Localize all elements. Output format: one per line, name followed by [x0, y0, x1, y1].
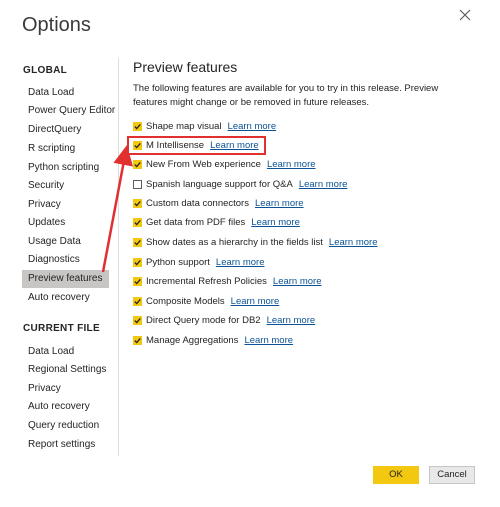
feature-label: Manage Aggregations [146, 334, 239, 346]
feature-row: Composite Models Learn more [133, 294, 279, 308]
checkmark-icon [134, 239, 141, 245]
feature-label: Shape map visual [146, 120, 222, 132]
checkmark-icon [134, 219, 141, 225]
checkmark-icon [134, 200, 141, 206]
checkmark-icon [134, 298, 141, 304]
learn-more-link[interactable]: Learn more [267, 315, 316, 326]
feature-label: Show dates as a hierarchy in the fields … [146, 236, 323, 248]
section-description: The following features are available for… [133, 83, 439, 108]
feature-label: Python support [146, 256, 210, 268]
nav-item-data-load[interactable]: Data Load [22, 84, 109, 102]
learn-more-link[interactable]: Learn more [273, 276, 322, 287]
feature-row: Shape map visual Learn more [133, 119, 276, 133]
feature-checkbox[interactable] [133, 237, 142, 247]
feature-checkbox[interactable] [133, 296, 142, 306]
section-title: Preview features [133, 59, 238, 75]
checkmark-icon [134, 259, 141, 265]
feature-checkbox[interactable] [133, 217, 142, 227]
nav-item-current-privacy[interactable]: Privacy [22, 380, 109, 398]
dialog-title: Options [22, 14, 91, 36]
learn-more-link[interactable]: Learn more [251, 217, 300, 228]
close-icon[interactable] [458, 8, 472, 22]
nav-item-current-auto-recovery[interactable]: Auto recovery [22, 398, 109, 416]
nav-item-security[interactable]: Security [22, 177, 109, 195]
nav-item-auto-recovery[interactable]: Auto recovery [22, 289, 109, 307]
feature-label: New From Web experience [146, 158, 261, 170]
learn-more-link[interactable]: Learn more [329, 237, 378, 248]
nav-item-r-scripting[interactable]: R scripting [22, 140, 109, 158]
feature-checkbox[interactable] [133, 315, 142, 325]
nav-item-diagnostics[interactable]: Diagnostics [22, 251, 109, 269]
learn-more-link[interactable]: Learn more [267, 159, 316, 170]
feature-row: Get data from PDF files Learn more [133, 215, 300, 229]
feature-label: Custom data connectors [146, 197, 249, 209]
learn-more-link[interactable]: Learn more [231, 296, 280, 307]
feature-checkbox[interactable] [133, 276, 142, 286]
nav-item-directquery[interactable]: DirectQuery [22, 121, 109, 139]
feature-label: Direct Query mode for DB2 [146, 314, 261, 326]
feature-row: Custom data connectors Learn more [133, 196, 304, 210]
nav-item-current-query-reduction[interactable]: Query reduction [22, 417, 109, 435]
nav-item-current-report-settings[interactable]: Report settings [22, 436, 109, 454]
nav-item-updates[interactable]: Updates [22, 214, 109, 232]
checkmark-icon [134, 278, 141, 284]
learn-more-link[interactable]: Learn more [299, 179, 348, 190]
ok-button[interactable]: OK [373, 466, 419, 484]
nav-item-preview-features[interactable]: Preview features [22, 270, 109, 288]
checkmark-icon [134, 317, 141, 323]
feature-row: Manage Aggregations Learn more [133, 333, 293, 347]
nav-header-global: GLOBAL [23, 65, 68, 76]
feature-checkbox[interactable] [133, 257, 142, 267]
feature-checkbox[interactable] [133, 198, 142, 208]
nav-item-power-query-editor[interactable]: Power Query Editor [22, 102, 115, 120]
nav-item-current-regional-settings[interactable]: Regional Settings [22, 361, 109, 379]
feature-checkbox[interactable] [133, 159, 142, 169]
learn-more-link[interactable]: Learn more [255, 198, 304, 209]
learn-more-link[interactable]: Learn more [244, 335, 293, 346]
checkmark-icon [134, 161, 141, 167]
feature-row: Direct Query mode for DB2 Learn more [133, 313, 315, 327]
feature-checkbox[interactable] [133, 121, 142, 131]
nav-divider [118, 58, 119, 456]
feature-checkbox[interactable] [133, 179, 142, 189]
nav-item-python-scripting[interactable]: Python scripting [22, 159, 109, 177]
learn-more-link[interactable]: Learn more [228, 121, 277, 132]
feature-checkbox[interactable] [133, 335, 142, 345]
feature-row: New From Web experience Learn more [133, 157, 316, 171]
cancel-button[interactable]: Cancel [429, 466, 475, 484]
checkmark-icon [134, 337, 141, 343]
learn-more-link[interactable]: Learn more [216, 257, 265, 268]
highlight-annotation-box [127, 136, 266, 155]
feature-row: Python support Learn more [133, 255, 265, 269]
nav-item-usage-data[interactable]: Usage Data [22, 233, 109, 251]
feature-label: Incremental Refresh Policies [146, 275, 267, 287]
nav-item-current-data-load[interactable]: Data Load [22, 343, 109, 361]
feature-row: Spanish language support for Q&A Learn mo… [133, 177, 347, 191]
feature-row: Incremental Refresh Policies Learn more [133, 274, 322, 288]
feature-row: Show dates as a hierarchy in the fields … [133, 235, 378, 249]
checkmark-icon [134, 123, 141, 129]
feature-label: Get data from PDF files [146, 216, 246, 228]
feature-label: Composite Models [146, 295, 225, 307]
nav-header-current-file: CURRENT FILE [23, 323, 100, 334]
nav-item-privacy[interactable]: Privacy [22, 196, 109, 214]
feature-label: Spanish language support for Q&A [146, 178, 293, 190]
